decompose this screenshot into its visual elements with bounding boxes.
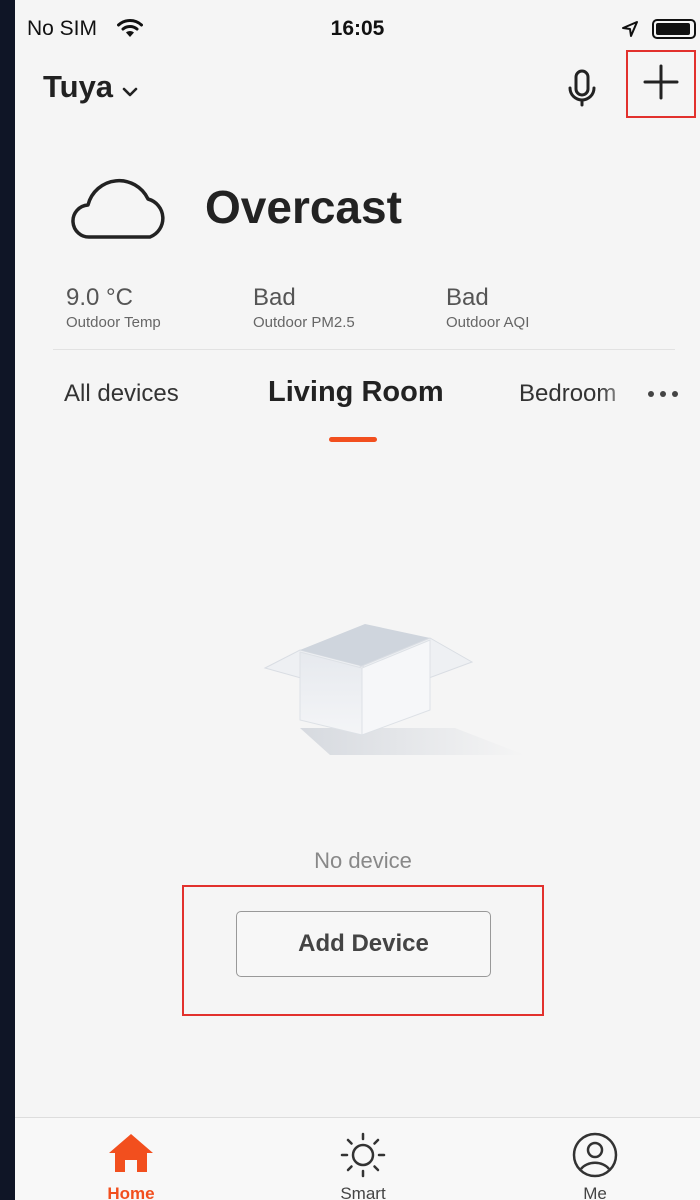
metric-value: Bad — [446, 284, 489, 311]
metric-outdoor-pm25: Bad Outdoor PM2.5 — [253, 284, 355, 331]
nav-smart[interactable]: Smart — [303, 1118, 423, 1200]
bottom-nav: Home Smart Me — [15, 1117, 700, 1200]
tab-living-room[interactable]: Living Room — [268, 376, 444, 409]
profile-icon — [535, 1132, 655, 1178]
tab-fade — [600, 372, 640, 416]
cloud-icon — [65, 175, 175, 250]
home-selector[interactable]: Tuya — [43, 68, 138, 106]
battery-icon — [652, 19, 696, 39]
sun-icon — [303, 1132, 423, 1178]
tab-all-devices[interactable]: All devices — [64, 380, 179, 408]
divider — [53, 349, 675, 350]
chevron-down-icon — [122, 70, 138, 106]
nav-label: Smart — [340, 1184, 386, 1200]
metric-label: Outdoor AQI — [446, 314, 530, 331]
metric-outdoor-temp: 9.0 °C Outdoor Temp — [66, 284, 161, 331]
empty-state-message: No device — [314, 848, 412, 873]
empty-box-illustration — [260, 610, 540, 775]
clock: 16:05 — [330, 17, 385, 40]
more-icon[interactable] — [645, 382, 685, 406]
add-device-plus-button[interactable] — [626, 50, 696, 118]
active-tab-indicator — [329, 437, 377, 442]
home-name: Tuya — [43, 69, 114, 104]
home-screen: No SIM 16:05 Tuya Overcast 9.0 °C Outdoo… — [15, 0, 700, 1200]
metric-value: 9.0 °C — [66, 284, 133, 311]
home-icon — [71, 1132, 191, 1174]
weather-condition: Overcast — [205, 181, 402, 233]
plus-icon — [642, 63, 680, 106]
microphone-icon[interactable] — [565, 68, 599, 108]
nav-me[interactable]: Me — [535, 1118, 655, 1200]
metric-label: Outdoor PM2.5 — [253, 314, 355, 331]
metric-outdoor-aqi: Bad Outdoor AQI — [446, 284, 529, 331]
location-arrow-icon — [621, 20, 639, 43]
nav-label: Me — [583, 1184, 607, 1200]
nav-label: Home — [107, 1184, 155, 1200]
metric-value: Bad — [253, 284, 296, 311]
add-device-button[interactable]: Add Device — [236, 911, 491, 977]
metric-label: Outdoor Temp — [66, 314, 161, 331]
nav-home[interactable]: Home — [71, 1118, 191, 1200]
status-bar: No SIM 16:05 — [15, 0, 700, 58]
